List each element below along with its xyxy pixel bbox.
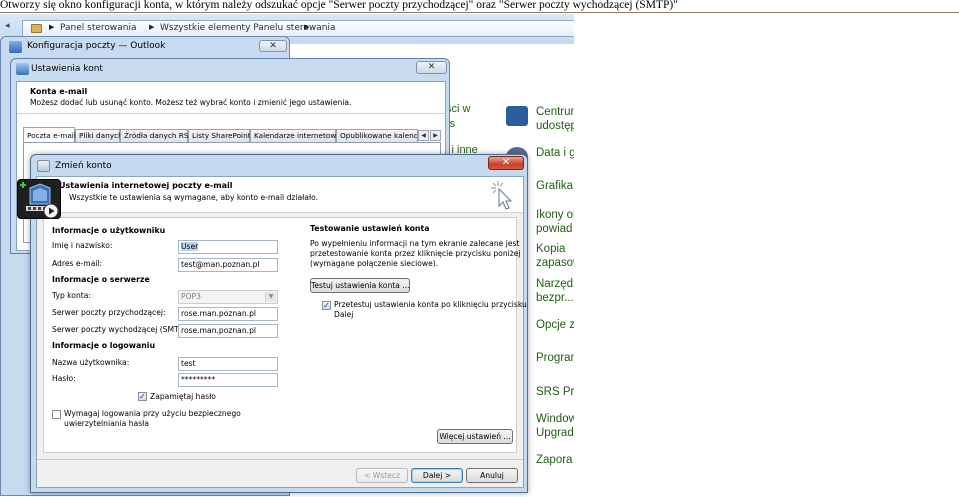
incoming-server-field[interactable]: rose.man.poznan.pl <box>178 307 278 321</box>
spa-checkbox[interactable] <box>52 410 61 419</box>
caption-divider <box>0 12 959 13</box>
change-account-header: Ustawienia internetowej poczty e-mail Ws… <box>37 177 523 213</box>
screenshot: ◂ ▶ Panel sterowania ▶ Wszystkie element… <box>0 14 574 497</box>
email-accounts-heading: Konta e-mail <box>30 87 88 96</box>
mail-setup-icon <box>9 41 22 53</box>
account-settings-form: Informacje o użytkowniku Imię i nazwisko… <box>43 217 527 453</box>
close-icon[interactable]: ✕ <box>488 156 524 170</box>
cp-item-label: Narzędz bezpr... <box>536 278 574 304</box>
auto-test-label: Przetestuj ustawienia konta po kliknięci… <box>334 300 527 309</box>
internet-email-settings-heading: Ustawienia internetowej poczty e-mail <box>59 181 233 190</box>
account-settings-icon <box>16 63 29 75</box>
incoming-server-label: Serwer poczty przychodzącej: <box>52 308 166 317</box>
network-icon <box>506 106 528 126</box>
close-icon[interactable]: ✕ <box>259 40 287 52</box>
test-settings-description: Po wypełnieniu informacji na tym ekranie… <box>310 239 520 248</box>
server-info-section: Informacje o serwerze <box>52 275 150 284</box>
divider <box>17 113 445 114</box>
test-account-settings-button[interactable]: Testuj ustawienia konta ... <box>310 278 410 293</box>
cursor-click-icon <box>491 181 513 210</box>
page-caption: Otworzy się okno konfiguracji konta, w k… <box>0 0 678 11</box>
chevron-down-icon: ▼ <box>265 292 276 302</box>
cp-item-network[interactable]: Centrum udostęp <box>446 102 574 132</box>
username-label: Nazwa użytkownika: <box>52 358 130 367</box>
remember-password-label: Zapamiętaj hasło <box>150 392 216 401</box>
folder-icon <box>31 24 42 33</box>
change-account-body: Ustawienia internetowej poczty e-mail Ws… <box>36 176 527 488</box>
more-settings-button[interactable]: Więcej ustawień ... <box>437 429 513 444</box>
name-field[interactable]: User <box>178 240 278 254</box>
account-settings-title: Ustawienia kont <box>31 64 103 74</box>
breadcrumb-arrow-icon[interactable]: ▶ <box>149 23 154 31</box>
tab-internet-calendars[interactable]: Kalendarze internetowe <box>250 129 341 142</box>
cp-item-label: Opcje za <box>536 319 574 331</box>
cp-item-label: Grafika <box>536 180 574 192</box>
user-info-section: Informacje o użytkowniku <box>52 226 166 235</box>
email-accounts-description: Możesz dodać lub usunąć konto. Możesz te… <box>30 98 352 107</box>
cp-item-label: Program <box>536 352 574 364</box>
outgoing-server-field[interactable]: rose.man.poznan.pl <box>178 324 278 338</box>
name-value: User <box>181 242 199 251</box>
logon-info-section: Informacje o logowaniu <box>52 341 156 350</box>
cp-item-label: Zapora s <box>536 454 573 466</box>
password-field[interactable]: ********* <box>178 373 278 387</box>
internet-email-settings-subheading: Wszystkie te ustawienia są wymagane, aby… <box>69 193 319 202</box>
account-tabs: Poczta e-mail Pliki danych Źródła danych… <box>23 127 441 143</box>
close-icon[interactable]: ✕ <box>416 61 447 74</box>
back-button[interactable]: < Wstecz <box>356 468 408 483</box>
email-label: Adres e-mail: <box>52 259 103 268</box>
cp-item-label: Window Upgrade <box>536 413 574 439</box>
auto-test-checkbox[interactable]: ✓ <box>322 301 331 310</box>
test-settings-section: Testowanie ustawień konta <box>310 224 430 233</box>
cp-item-label: Data i go <box>536 147 574 159</box>
breadcrumb-panel-sterowania[interactable]: Panel sterowania <box>60 23 137 33</box>
name-label: Imię i nazwisko: <box>52 241 113 250</box>
spa-label-continued: uwierzytelniania hasła <box>64 419 149 428</box>
tab-sharepoint-lists[interactable]: Listy SharePoint <box>188 129 251 142</box>
account-type-value: POP3 <box>181 292 201 301</box>
cp-item-label: Kopia zapasow <box>536 243 574 269</box>
account-wizard-icon <box>17 179 61 219</box>
back-icon[interactable]: ◂ <box>5 21 17 35</box>
cp-item-label: SRS Pre <box>536 386 574 398</box>
auto-test-label-continued: Dalej <box>334 310 354 319</box>
cp-item-label: Centrum udostęp <box>536 106 574 132</box>
next-button[interactable]: Dalej > <box>411 468 463 483</box>
email-field[interactable]: test@man.poznan.pl <box>178 258 278 272</box>
breadcrumb-arrow-icon[interactable]: ▶ <box>304 23 309 31</box>
test-settings-description: przetestowanie konta przez kliknięcie pr… <box>310 249 521 258</box>
password-label: Hasło: <box>52 374 76 383</box>
envelope-icon <box>20 182 59 219</box>
mail-setup-title: Konfiguracja poczty — Outlook <box>27 41 166 51</box>
cp-item-label: Ikony ob powiad <box>536 209 574 235</box>
tab-rss-feeds[interactable]: Źródła danych RSS <box>120 129 193 142</box>
account-type-select[interactable]: POP3 ▼ <box>178 290 278 304</box>
tab-email[interactable]: Poczta e-mail <box>23 127 76 142</box>
tab-data-files[interactable]: Pliki danych <box>75 129 123 142</box>
outgoing-server-label: Serwer poczty wychodzącej (SMTP): <box>52 325 189 334</box>
account-type-label: Typ konta: <box>52 291 91 300</box>
remember-password-checkbox[interactable]: ✓ <box>138 392 147 401</box>
tab-published-calendars[interactable]: Opublikowane kalendar <box>336 129 418 142</box>
spa-label: Wymagaj logowania przy użyciu bezpieczne… <box>64 409 241 418</box>
change-account-icon <box>37 160 50 172</box>
change-account-title: Zmień konto <box>55 161 112 171</box>
cancel-button[interactable]: Anuluj <box>466 468 518 483</box>
test-settings-description: (wymagane połączenie sieciowe). <box>310 259 439 268</box>
tab-scroll-left-icon[interactable]: ◀ <box>418 130 429 141</box>
username-field[interactable]: test <box>178 357 278 371</box>
breadcrumb-arrow-icon[interactable]: ▶ <box>49 23 54 31</box>
tab-scroll-right-icon[interactable]: ▶ <box>430 130 441 141</box>
address-bar[interactable]: ▶ Panel sterowania ▶ Wszystkie elementy … <box>22 20 574 37</box>
footer-divider <box>37 459 523 460</box>
change-account-window: Zmień konto ✕ Ustawienia internetowej po… <box>30 154 528 493</box>
